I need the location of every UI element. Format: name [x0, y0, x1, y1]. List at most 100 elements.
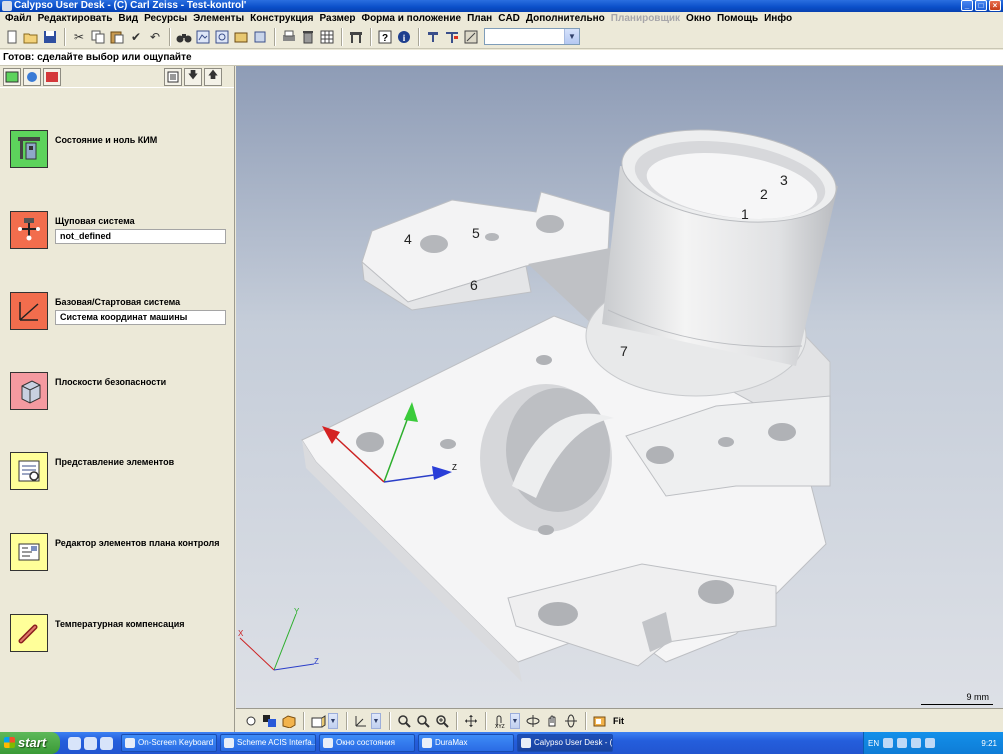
start-button[interactable]: start — [0, 732, 60, 754]
task-status-window[interactable]: Окно состояния — [319, 734, 415, 752]
view-d-icon[interactable] — [251, 28, 269, 46]
feature-label-7[interactable]: 7 — [620, 343, 628, 359]
feature-label-6[interactable]: 6 — [470, 277, 478, 293]
solid-box-icon[interactable] — [280, 712, 298, 730]
cmm-state-item[interactable]: Состояние и ноль КИМ — [10, 130, 230, 170]
info-icon[interactable]: i — [395, 28, 413, 46]
temperature-icon[interactable] — [10, 614, 48, 652]
menu-extra[interactable]: Дополнительно — [523, 12, 608, 25]
probe-system-item[interactable]: Щуповая система not_defined — [10, 211, 230, 251]
binoculars-icon[interactable] — [175, 28, 193, 46]
task-duramax[interactable]: DuraMax — [418, 734, 514, 752]
menu-elements[interactable]: Элементы — [190, 12, 247, 25]
menu-size[interactable]: Размер — [317, 12, 359, 25]
fit-icon[interactable] — [591, 712, 609, 730]
menu-edit[interactable]: Редактировать — [35, 12, 116, 25]
task-calypso[interactable]: Calypso User Desk - (... — [517, 734, 613, 752]
zoom-out-icon[interactable] — [395, 712, 413, 730]
menu-window[interactable]: Окно — [683, 12, 714, 25]
axes-icon[interactable] — [352, 712, 370, 730]
plan-editor-item[interactable]: Редактор элементов плана контроля — [10, 533, 230, 573]
menu-plan[interactable]: План — [464, 12, 495, 25]
undo-icon[interactable]: ↶ — [146, 28, 164, 46]
feature-label-1[interactable]: 1 — [741, 206, 749, 222]
base-system-icon[interactable] — [10, 292, 48, 330]
panel-view-b-icon[interactable] — [23, 67, 41, 86]
view-b-icon[interactable] — [213, 28, 231, 46]
check-icon[interactable]: ✔ — [127, 28, 145, 46]
temperature-item[interactable]: Температурная компенсация — [10, 614, 230, 654]
rotate-vertical-icon[interactable] — [562, 712, 580, 730]
probe-c-icon[interactable] — [462, 28, 480, 46]
quick-launch-desktop-icon[interactable] — [68, 736, 81, 750]
point-icon[interactable] — [242, 712, 260, 730]
task-scheme-acis[interactable]: Scheme ACIS Interfa... — [220, 734, 316, 752]
task-on-screen-keyboard[interactable]: On-Screen Keyboard — [121, 734, 217, 752]
quick-launch-browser-icon[interactable] — [84, 736, 97, 750]
probe-system-field[interactable]: not_defined — [55, 229, 226, 244]
cmm-state-icon[interactable] — [10, 130, 48, 168]
new-icon[interactable] — [3, 28, 21, 46]
feature-label-3[interactable]: 3 — [780, 172, 788, 188]
open-icon[interactable] — [22, 28, 40, 46]
help-tray-icon[interactable] — [883, 738, 894, 748]
save-icon[interactable] — [41, 28, 59, 46]
chevron-down-icon[interactable]: ▼ — [371, 712, 381, 729]
quick-launch-media-icon[interactable] — [100, 736, 113, 750]
safety-planes-icon[interactable] — [10, 372, 48, 410]
grid-icon[interactable] — [318, 28, 336, 46]
base-system-field[interactable]: Система координат машины — [55, 310, 226, 325]
toolbar-combo[interactable]: ▼ — [484, 28, 580, 45]
network-icon[interactable] — [897, 738, 908, 748]
feature-label-5[interactable]: 5 — [472, 225, 480, 241]
cmm-icon[interactable] — [347, 28, 365, 46]
paste-icon[interactable] — [108, 28, 126, 46]
zoom-window-icon[interactable] — [433, 712, 451, 730]
probe-a-icon[interactable] — [424, 28, 442, 46]
arrow-up-icon[interactable]: 🡅 — [204, 67, 222, 86]
rotate-horizontal-icon[interactable] — [524, 712, 542, 730]
probe-b-icon[interactable] — [443, 28, 461, 46]
shapes-icon[interactable] — [261, 712, 279, 730]
menu-form-position[interactable]: Форма и положение — [359, 12, 465, 25]
panel-view-a-icon[interactable] — [3, 67, 21, 86]
hand-icon[interactable] — [543, 712, 561, 730]
feature-label-4[interactable]: 4 — [404, 231, 412, 247]
print-icon[interactable] — [280, 28, 298, 46]
safety-planes-item[interactable]: Плоскости безопасности — [10, 372, 230, 412]
chevron-down-icon[interactable]: ▼ — [510, 712, 520, 729]
panel-list-icon[interactable] — [164, 67, 182, 86]
language-indicator[interactable]: EN — [868, 739, 879, 748]
menu-cad[interactable]: CAD — [495, 12, 523, 25]
cut-icon[interactable]: ✂ — [70, 28, 88, 46]
menu-file[interactable]: Файл — [2, 12, 35, 25]
view-c-icon[interactable] — [232, 28, 250, 46]
feature-label-2[interactable]: 2 — [760, 186, 768, 202]
minimize-button[interactable]: _ — [961, 0, 973, 11]
zoom-in-icon[interactable] — [414, 712, 432, 730]
cad-model[interactable]: 1 2 3 4 5 6 7 Z Y Z X — [236, 66, 1003, 708]
probe-system-icon[interactable] — [10, 211, 48, 249]
chevron-down-icon[interactable]: ▼ — [328, 712, 338, 729]
arrow-down-icon[interactable]: 🡇 — [184, 67, 202, 86]
copy-icon[interactable] — [89, 28, 107, 46]
menu-view[interactable]: Вид — [115, 12, 141, 25]
pan-icon[interactable] — [462, 712, 480, 730]
volume-icon[interactable] — [911, 738, 922, 748]
panel-view-c-icon[interactable] — [43, 67, 61, 86]
menu-help[interactable]: Помощь — [714, 12, 761, 25]
maximize-button[interactable]: □ — [975, 0, 987, 11]
chevron-down-icon[interactable]: ▼ — [564, 29, 579, 44]
close-button[interactable]: × — [989, 0, 1001, 11]
menu-construction[interactable]: Конструкция — [247, 12, 316, 25]
rotate-xyz-icon[interactable]: XYZ — [491, 712, 509, 730]
fit-label[interactable]: Fit — [613, 716, 624, 726]
view-orientation-icon[interactable] — [309, 712, 327, 730]
base-system-item[interactable]: Базовая/Стартовая система Система коорди… — [10, 292, 230, 332]
delete-icon[interactable] — [299, 28, 317, 46]
menu-resources[interactable]: Ресурсы — [141, 12, 190, 25]
cad-viewport[interactable]: 1 2 3 4 5 6 7 Z Y Z X 9 mm — [236, 66, 1003, 708]
plan-editor-icon[interactable] — [10, 533, 48, 571]
element-view-icon[interactable] — [10, 452, 48, 490]
view-a-icon[interactable] — [194, 28, 212, 46]
